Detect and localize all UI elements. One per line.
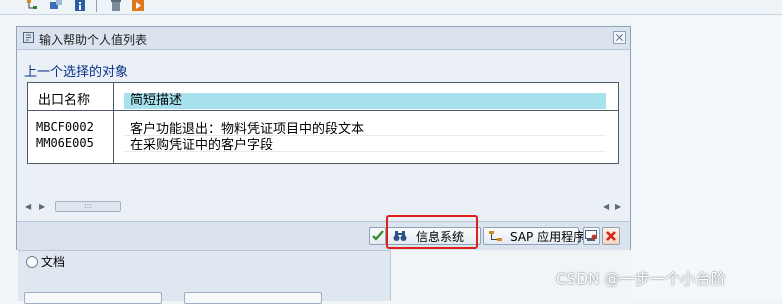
row-divider bbox=[124, 151, 606, 152]
column-header-highlight bbox=[124, 93, 606, 109]
background-panel bbox=[632, 16, 782, 300]
hierarchy-icon bbox=[489, 231, 502, 241]
window-icon bbox=[23, 32, 34, 43]
result-table: 出口名称 简短描述 MBCF0002 客户功能退出：物料凭证项目中的段文本 MM… bbox=[27, 82, 619, 164]
exit-name-cell[interactable]: MBCF0002 bbox=[36, 120, 94, 134]
radio-button[interactable] bbox=[26, 255, 38, 268]
column-divider bbox=[113, 83, 114, 163]
scroll-left-icon[interactable]: ◀ bbox=[25, 202, 31, 211]
horizontal-scrollbar[interactable]: ◀ ▶ ::: ◀ ▶ bbox=[23, 199, 623, 215]
scrollbar-thumb[interactable]: ::: bbox=[55, 201, 121, 212]
background-button[interactable] bbox=[184, 292, 322, 304]
button-label: SAP 应用程序 bbox=[510, 230, 586, 244]
sap-application-button[interactable]: SAP 应用程序 bbox=[483, 227, 585, 245]
table-header: 出口名称 简短描述 bbox=[28, 83, 618, 111]
dialog-title-bar[interactable]: 输入帮助个人值列表 bbox=[17, 27, 630, 50]
info-icon[interactable] bbox=[74, 0, 87, 11]
delete-icon[interactable] bbox=[110, 0, 123, 11]
cancel-icon bbox=[606, 231, 616, 241]
highlight-box bbox=[386, 215, 478, 249]
scroll-right-icon[interactable]: ▶ bbox=[615, 202, 621, 211]
confirm-button[interactable] bbox=[369, 227, 386, 245]
cancel-button[interactable] bbox=[602, 227, 620, 245]
dialog-title: 输入帮助个人值列表 bbox=[39, 33, 148, 47]
transfer-icon[interactable] bbox=[50, 0, 63, 11]
list-heading: 上一个选择的对象 bbox=[24, 65, 129, 80]
radio-label: 文档 bbox=[41, 255, 66, 269]
radio-option-documents[interactable]: 文档 bbox=[26, 253, 65, 270]
application-toolbar bbox=[0, 0, 782, 15]
close-icon[interactable] bbox=[613, 31, 626, 44]
screen-icon bbox=[585, 230, 597, 241]
toolbar-separator bbox=[96, 0, 97, 12]
watermark: CSDN @一步一个小台阶 bbox=[556, 270, 727, 288]
scroll-right-icon[interactable]: ▶ bbox=[39, 202, 45, 211]
column-header-description[interactable]: 简短描述 bbox=[130, 89, 182, 108]
execute-icon[interactable] bbox=[132, 0, 145, 11]
column-header-exit-name[interactable]: 出口名称 bbox=[38, 89, 90, 108]
value-help-dialog: 输入帮助个人值列表 上一个选择的对象 出口名称 简短描述 MBCF0002 客户… bbox=[16, 26, 631, 250]
hierarchy-icon[interactable] bbox=[26, 0, 39, 11]
checkmark-icon bbox=[372, 230, 384, 241]
settings-button[interactable] bbox=[583, 227, 600, 245]
scroll-left-icon[interactable]: ◀ bbox=[603, 202, 609, 211]
background-button[interactable] bbox=[24, 292, 162, 304]
dialog-footer: 信息系统 SAP 应用程序 bbox=[17, 221, 630, 250]
exit-name-cell[interactable]: MM06E005 bbox=[36, 136, 94, 150]
